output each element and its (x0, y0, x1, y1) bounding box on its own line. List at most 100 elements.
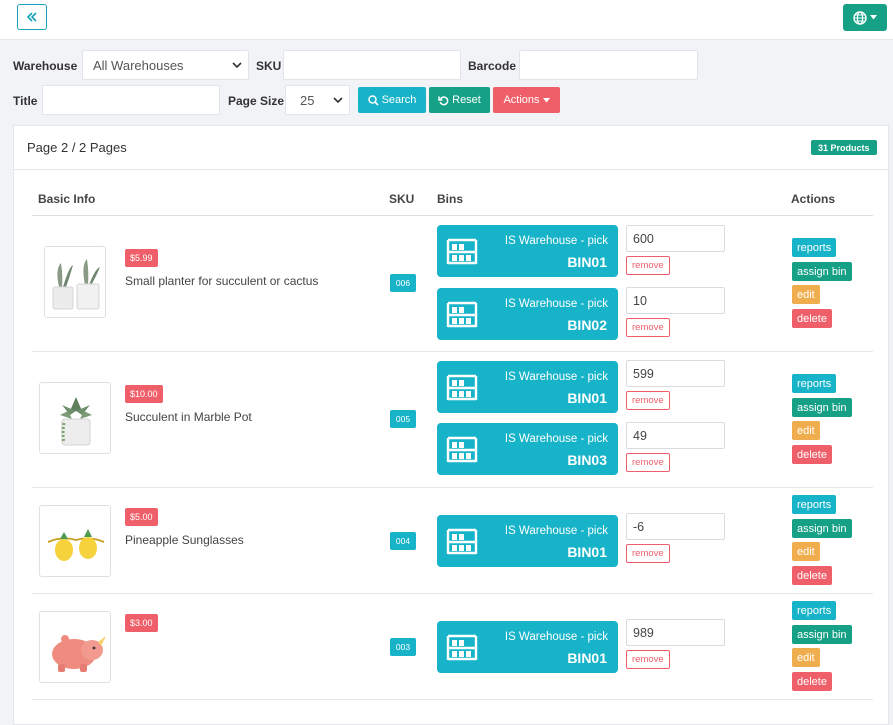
remove-bin-button[interactable]: remove (626, 318, 670, 337)
bin-card[interactable]: IS Warehouse - pick BIN03 (437, 423, 618, 475)
warehouse-select[interactable]: All Warehouses (82, 50, 249, 80)
product-thumbnail[interactable] (39, 611, 111, 683)
bin-warehouse: IS Warehouse - pick (504, 235, 608, 247)
bin-card[interactable]: IS Warehouse - pick BIN01 (437, 225, 618, 277)
table-row: $5.00 Pineapple Sunglasses 004 IS Wareho… (32, 488, 873, 594)
bin-code: BIN02 (567, 317, 607, 333)
reports-button[interactable]: reports (792, 601, 837, 620)
language-button[interactable] (843, 4, 887, 31)
delete-button[interactable]: delete (792, 566, 832, 585)
remove-bin-button[interactable]: remove (626, 256, 670, 275)
double-chevron-left-icon (26, 12, 37, 22)
actions-dropdown-button[interactable]: Actions (493, 87, 560, 113)
bin-quantity-input[interactable]: 989 (626, 619, 725, 646)
column-header-bins: Bins (437, 192, 464, 206)
bin-quantity-input[interactable]: -6 (626, 513, 725, 540)
chevron-down-icon (232, 61, 242, 68)
sku-badge: 004 (390, 532, 416, 550)
delete-button[interactable]: delete (792, 672, 832, 691)
remove-bin-button[interactable]: remove (626, 453, 670, 472)
bin-code: BIN01 (567, 254, 607, 270)
product-list-card: Page 2 / 2 Pages 31 Products Basic Info … (13, 125, 889, 725)
barcode-input[interactable] (519, 50, 698, 80)
bin-warehouse: IS Warehouse - pick (504, 525, 608, 537)
search-button-label: Search (381, 94, 417, 106)
bin-warehouse: IS Warehouse - pick (504, 433, 608, 445)
bin-warehouse: IS Warehouse - pick (504, 371, 608, 383)
price-badge: $3.00 (125, 614, 158, 632)
shelf-icon (446, 436, 478, 464)
table-row: $3.00 003 IS Warehouse - pick BIN01 989 … (32, 594, 873, 700)
reports-button[interactable]: reports (792, 238, 837, 257)
product-thumbnail[interactable] (39, 382, 111, 454)
bin-card[interactable]: IS Warehouse - pick BIN01 (437, 361, 618, 413)
product-thumbnail[interactable] (39, 505, 111, 577)
bin-quantity-input[interactable]: 49 (626, 422, 725, 449)
caret-down-icon (542, 97, 550, 102)
price-badge: $10.00 (125, 385, 163, 403)
assign-bin-button[interactable]: assign bin (792, 625, 852, 644)
card-header: Page 2 / 2 Pages 31 Products (14, 126, 888, 170)
warehouse-label: Warehouse (13, 59, 78, 73)
edit-button[interactable]: edit (792, 421, 820, 440)
delete-button[interactable]: delete (792, 309, 832, 328)
sku-badge: 006 (390, 274, 416, 292)
shelf-icon (446, 301, 478, 329)
shelf-icon (446, 238, 478, 266)
assign-bin-button[interactable]: assign bin (792, 398, 852, 417)
bin-quantity-input[interactable]: 599 (626, 360, 725, 387)
bin-card[interactable]: IS Warehouse - pick BIN01 (437, 515, 618, 567)
shelf-icon (446, 374, 478, 402)
reports-button[interactable]: reports (792, 495, 837, 514)
bin-quantity-input[interactable]: 600 (626, 225, 725, 252)
bin-code: BIN01 (567, 650, 607, 666)
reset-button-label: Reset (452, 94, 481, 106)
remove-bin-button[interactable]: remove (626, 650, 670, 669)
bin-quantity-input[interactable]: 10 (626, 287, 725, 314)
column-header-basic-info: Basic Info (38, 192, 96, 206)
product-thumbnail[interactable] (44, 246, 106, 318)
table-row: $5.99 Small planter for succulent or cac… (32, 216, 873, 352)
assign-bin-button[interactable]: assign bin (792, 519, 852, 538)
product-name: Small planter for succulent or cactus (125, 274, 319, 288)
search-icon (367, 94, 379, 106)
assign-bin-button[interactable]: assign bin (792, 262, 852, 281)
delete-button[interactable]: delete (792, 445, 832, 464)
warehouse-select-value: All Warehouses (93, 57, 184, 73)
column-header-actions: Actions (791, 192, 836, 206)
column-header-sku: SKU (389, 192, 415, 206)
bin-code: BIN01 (567, 390, 607, 406)
search-button[interactable]: Search (358, 87, 426, 113)
product-count-badge: 31 Products (811, 140, 877, 155)
edit-button[interactable]: edit (792, 648, 820, 667)
barcode-label: Barcode (468, 59, 517, 73)
caret-down-icon (870, 15, 877, 20)
actions-button-label: Actions (503, 94, 540, 106)
edit-button[interactable]: edit (792, 542, 820, 561)
filter-bar: Warehouse All Warehouses SKU Barcode Tit… (0, 40, 893, 126)
bin-code: BIN03 (567, 452, 607, 468)
remove-bin-button[interactable]: remove (626, 544, 670, 563)
collapse-sidebar-button[interactable] (17, 4, 47, 30)
title-input[interactable] (42, 85, 220, 115)
price-badge: $5.00 (125, 508, 158, 526)
title-label: Title (13, 94, 38, 108)
table-row: $10.00 Succulent in Marble Pot 005 IS Wa… (32, 352, 873, 488)
shelf-icon (446, 528, 478, 556)
succulent-pot-image (60, 397, 92, 446)
bin-card[interactable]: IS Warehouse - pick BIN02 (437, 288, 618, 340)
top-bar (0, 0, 893, 40)
bin-card[interactable]: IS Warehouse - pick BIN01 (437, 621, 618, 673)
page-size-select[interactable]: 25 (285, 85, 350, 115)
bin-code: BIN01 (567, 544, 607, 560)
remove-bin-button[interactable]: remove (626, 391, 670, 410)
sku-input[interactable] (283, 50, 461, 80)
edit-button[interactable]: edit (792, 285, 820, 304)
sku-label: SKU (256, 59, 282, 73)
reports-button[interactable]: reports (792, 374, 837, 393)
planter-image (52, 259, 100, 310)
globe-icon (853, 10, 867, 25)
reset-button[interactable]: Reset (429, 87, 490, 113)
bin-warehouse: IS Warehouse - pick (504, 298, 608, 310)
undo-icon (438, 95, 449, 105)
